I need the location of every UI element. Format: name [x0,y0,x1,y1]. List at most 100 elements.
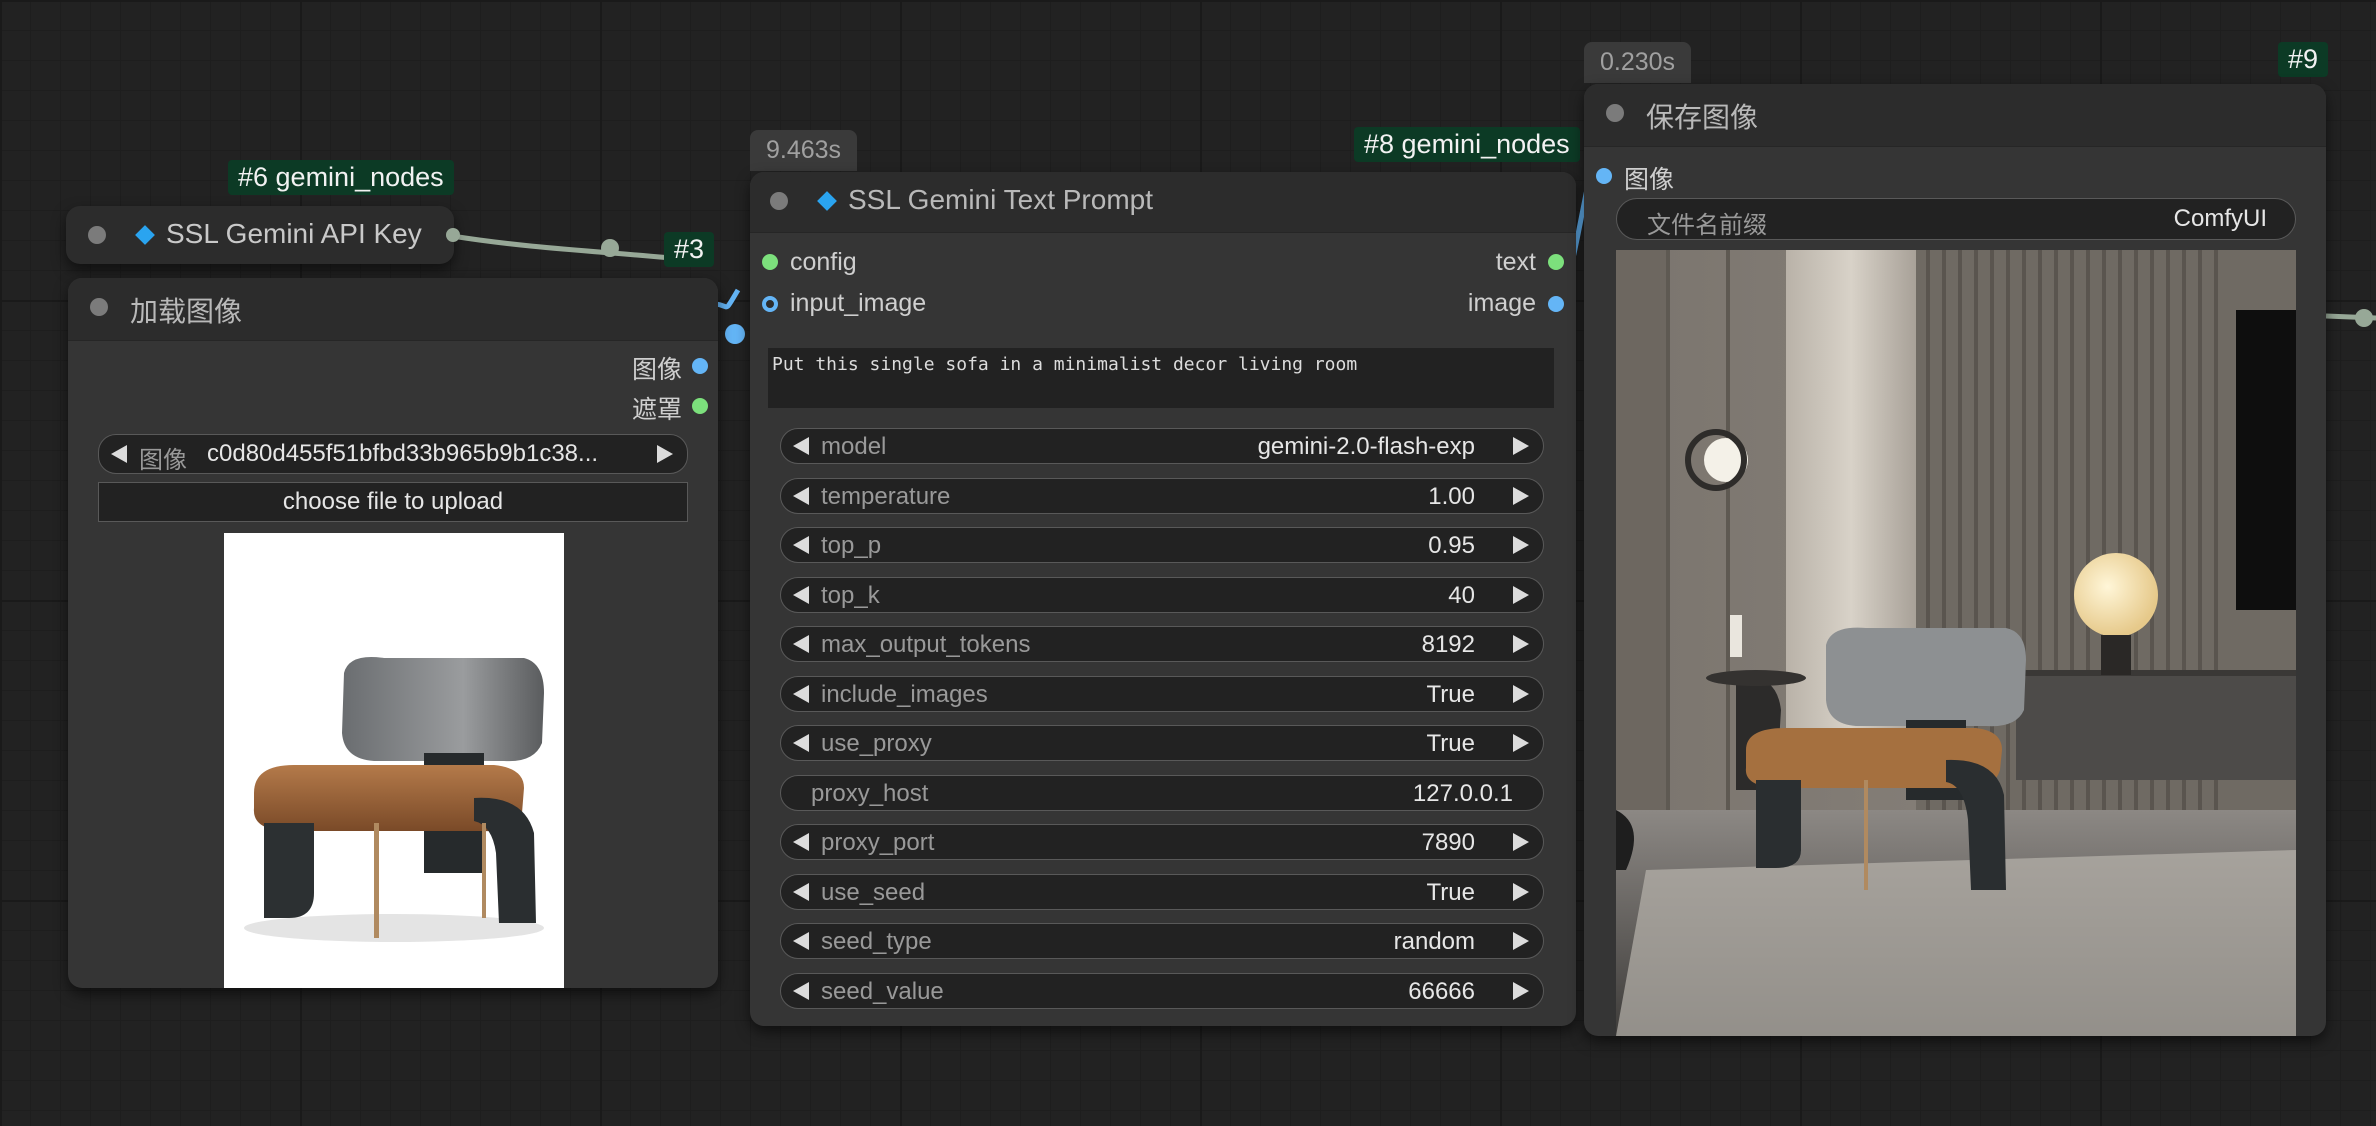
output-slot-image[interactable] [692,358,708,374]
arrow-left-icon[interactable] [793,882,809,901]
load-image-header[interactable]: 加载图像 [68,278,718,341]
api-key-node[interactable]: SSL Gemini API Key [66,206,460,264]
arrow-right-icon[interactable] [1513,536,1529,554]
node-title-text: SSL Gemini API Key [166,218,422,249]
widget-label: use_proxy [821,730,932,757]
collapse-dot[interactable] [1606,104,1624,122]
input-slot-image[interactable] [762,296,778,312]
arrow-right-icon[interactable] [657,445,673,463]
output-label-image: 图像 [631,356,682,384]
arrow-right-icon[interactable] [1513,684,1529,703]
text-prompt-node[interactable]: SSL Gemini Text Prompt config input_imag… [750,172,1576,1026]
arrow-left-icon[interactable] [793,981,809,1000]
arrow-right-icon[interactable] [1513,734,1529,752]
filename-prefix-widget[interactable]: 文件名前缀 ComfyUI [1616,198,2296,240]
output-label-text: text [1495,248,1536,276]
widget-value: 66666 [1408,977,1475,1005]
widget-proxy-port[interactable]: proxy_port 7890 [780,824,1544,860]
input-slot-image[interactable] [1596,168,1612,184]
output-label-mask: 遮罩 [631,396,682,424]
chair-image [244,657,544,942]
widget-value: True [1426,680,1475,708]
arrow-right-icon[interactable] [1513,833,1529,851]
arrow-left-icon[interactable] [793,486,809,505]
widget-value: True [1426,730,1475,757]
widget-value: 0.95 [1428,532,1475,559]
output-image-preview [1616,250,2296,1036]
arrow-left-icon[interactable] [111,445,127,463]
widget-seed-type[interactable]: seed_type random [780,923,1544,959]
text-prompt-header[interactable]: SSL Gemini Text Prompt [750,172,1576,233]
arrow-right-icon[interactable] [1513,932,1529,950]
choose-file-button[interactable]: choose file to upload [98,482,688,522]
output-slot-image[interactable] [1548,296,1564,312]
collapse-dot[interactable] [770,192,788,210]
output-slot-text[interactable] [1548,254,1564,270]
arrow-left-icon[interactable] [793,833,809,851]
input-label-config: config [790,248,857,276]
arrow-right-icon[interactable] [1513,486,1529,505]
link-image-midpoint [725,324,745,344]
arrow-left-icon[interactable] [793,635,809,653]
arrow-left-icon[interactable] [793,932,809,950]
collapse-dot[interactable] [90,298,108,316]
widget-value: random [1393,928,1475,955]
arrow-right-icon[interactable] [1513,635,1529,653]
widget-use-seed[interactable]: use_seed True [780,873,1544,910]
widget-label: 文件名前缀 [1647,212,1767,239]
widget-temperature[interactable]: temperature 1.00 [780,477,1544,514]
widget-max-output-tokens[interactable]: max_output_tokens 8192 [780,626,1544,662]
save-image-node[interactable]: 保存图像 图像 文件名前缀 ComfyUI [1584,84,2326,1036]
widget-label: seed_value [821,977,944,1005]
link-offscreen-dot [2355,309,2373,327]
widget-value: 7890 [1421,829,1475,856]
arrow-left-icon[interactable] [793,536,809,554]
image-select-widget[interactable]: 图像 c0d80d455f51bfbd33b965b9b1c38... [98,434,688,474]
api-key-node-badge: #6 gemini_nodes [228,160,454,195]
arrow-left-icon[interactable] [793,585,809,604]
reroute-badge: #3 [664,232,715,267]
collapse-dot[interactable] [88,226,106,244]
prompt-textarea[interactable]: Put this single sofa in a minimalist dec… [768,348,1554,408]
widget-label: model [821,433,887,460]
widget-model[interactable]: model gemini-2.0-flash-exp [780,428,1544,464]
node-title: SSL Gemini Text Prompt [816,184,1153,216]
arrow-right-icon[interactable] [1513,437,1529,455]
save-image-header[interactable]: 保存图像 [1584,84,2326,147]
node-title: 保存图像 [1646,102,1759,133]
link-midpoint [601,239,619,257]
node-title: 加载图像 [130,296,243,327]
widget-seed-value[interactable]: seed_value 66666 [780,972,1544,1009]
arrow-right-icon[interactable] [1513,882,1529,901]
arrow-left-icon[interactable] [793,734,809,752]
widget-top-p[interactable]: top_p 0.95 [780,527,1544,563]
gemini-diamond-icon [135,224,155,245]
widget-use-proxy[interactable]: use_proxy True [780,725,1544,761]
widget-value: 127.0.0.1 [1412,779,1513,807]
save-image-exec-time: 0.230s [1584,42,1692,83]
input-slot-config[interactable] [762,254,778,270]
living-room-image [1616,250,2296,1036]
output-label-image: image [1467,289,1536,317]
load-image-node[interactable]: 加载图像 图像 遮罩 图像 c0d80d455f51bfbd33b965b9b1… [68,278,718,988]
widget-label: proxy_port [821,829,935,856]
arrow-right-icon[interactable] [1513,585,1529,604]
arrow-right-icon[interactable] [1513,981,1529,1000]
widget-top-k[interactable]: top_k 40 [780,576,1544,613]
widget-include-images[interactable]: include_images True [780,675,1544,712]
node-title: SSL Gemini API Key [134,218,422,250]
input-label-image: input_image [790,289,927,317]
output-slot-mask[interactable] [692,398,708,414]
text-prompt-exec-time: 9.463s [750,130,858,171]
arrow-left-icon[interactable] [793,437,809,455]
gemini-diamond-icon [817,190,837,211]
text-prompt-node-badge: #8 gemini_nodes [1354,127,1580,162]
widget-value: c0d80d455f51bfbd33b965b9b1c38... [207,440,599,467]
widget-value: 8192 [1421,631,1475,658]
input-label-image: 图像 [1624,166,1675,194]
arrow-left-icon[interactable] [793,684,809,703]
config-output-slot[interactable] [446,228,460,242]
widget-label: top_p [821,532,882,559]
widget-proxy-host[interactable]: proxy_host 127.0.0.1 [780,774,1544,811]
save-image-node-badge: #9 [2278,42,2329,77]
